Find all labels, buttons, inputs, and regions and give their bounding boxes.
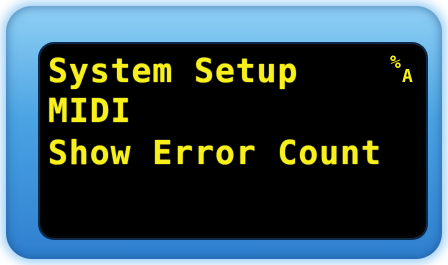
menu-item: MIDI xyxy=(48,91,132,130)
mode-indicator-top: % xyxy=(390,52,401,73)
lcd-display: System Setup % A MIDI Show Error Count xyxy=(40,44,426,238)
device-bezel: System Setup % A MIDI Show Error Count xyxy=(6,6,442,259)
menu-title: System Setup xyxy=(48,51,299,90)
menu-option: Show Error Count xyxy=(48,133,382,172)
percent-a-mode-icon: % A xyxy=(390,54,418,88)
mode-indicator-bottom: A xyxy=(402,66,413,87)
